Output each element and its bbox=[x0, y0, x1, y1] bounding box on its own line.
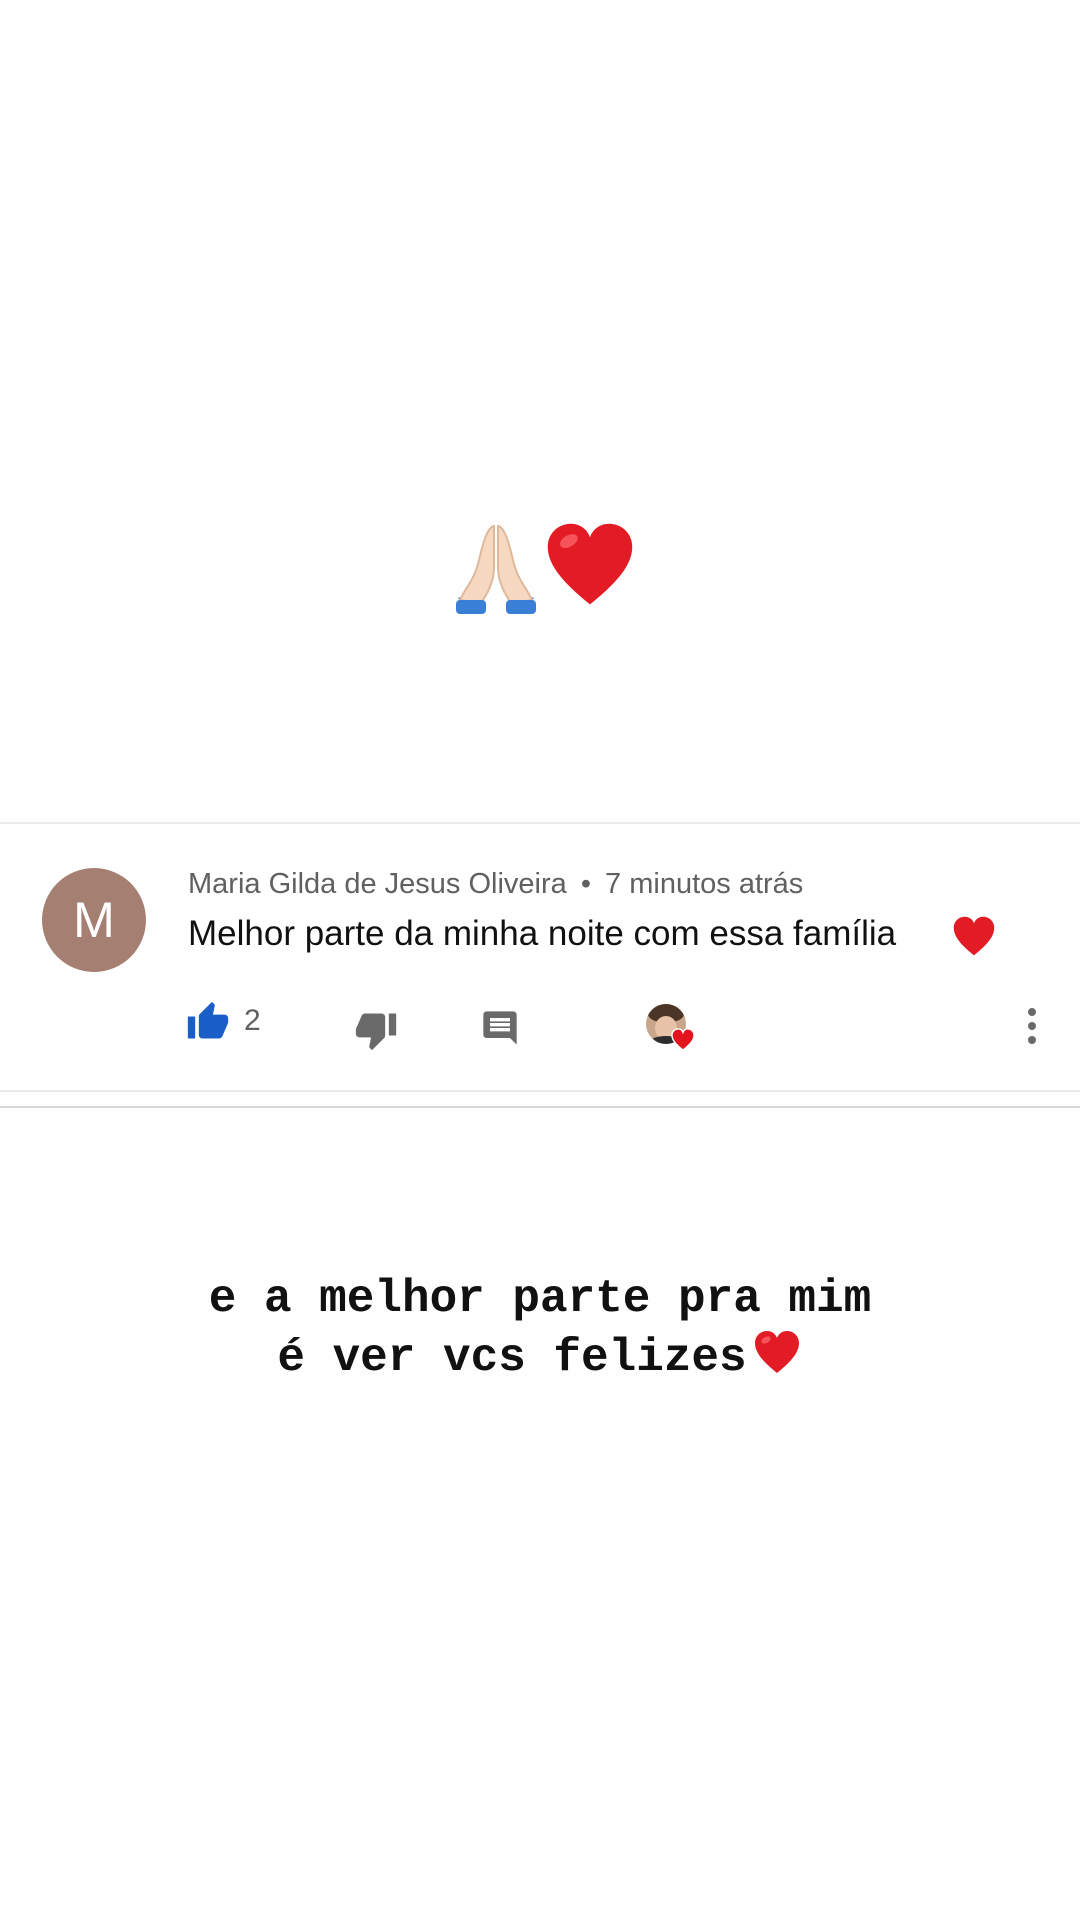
comment-author[interactable]: Maria Gilda de Jesus Oliveira bbox=[188, 868, 567, 900]
reply-button-icon[interactable] bbox=[480, 1008, 520, 1048]
comment-card: M Maria Gilda de Jesus Oliveira • 7 minu… bbox=[0, 822, 1080, 1092]
folded-hands-icon bbox=[456, 524, 536, 614]
meta-separator: • bbox=[580, 868, 591, 900]
caption-line-1: e a melhor parte pra mim bbox=[208, 1273, 872, 1325]
divider bbox=[0, 1106, 1080, 1108]
like-count: 2 bbox=[244, 1004, 261, 1037]
red-heart-icon bbox=[953, 916, 995, 956]
dislike-button-icon[interactable] bbox=[354, 1008, 398, 1052]
like-button-icon[interactable] bbox=[186, 1000, 230, 1044]
story-caption: e a melhor parte pra mim é ver vcs feliz… bbox=[0, 1270, 1080, 1387]
comment-time: 7 minutos atrás bbox=[605, 868, 804, 900]
heart-icon bbox=[671, 1028, 695, 1052]
red-heart-icon bbox=[547, 523, 633, 605]
more-options-icon[interactable] bbox=[1024, 1008, 1040, 1052]
story-page: M Maria Gilda de Jesus Oliveira • 7 minu… bbox=[0, 0, 1080, 1920]
red-heart-icon bbox=[754, 1331, 799, 1373]
comment-text: Melhor parte da minha noite com essa fam… bbox=[188, 914, 897, 953]
emoji-sticker bbox=[446, 518, 646, 618]
avatar[interactable]: M bbox=[42, 868, 146, 972]
comment-meta: Maria Gilda de Jesus Oliveira • 7 minuto… bbox=[188, 868, 803, 901]
caption-line-2-wrap: é ver vcs felizes bbox=[0, 1328, 1080, 1387]
caption-line-2: é ver vcs felizes bbox=[277, 1332, 747, 1384]
creator-heart-badge bbox=[646, 1004, 702, 1056]
